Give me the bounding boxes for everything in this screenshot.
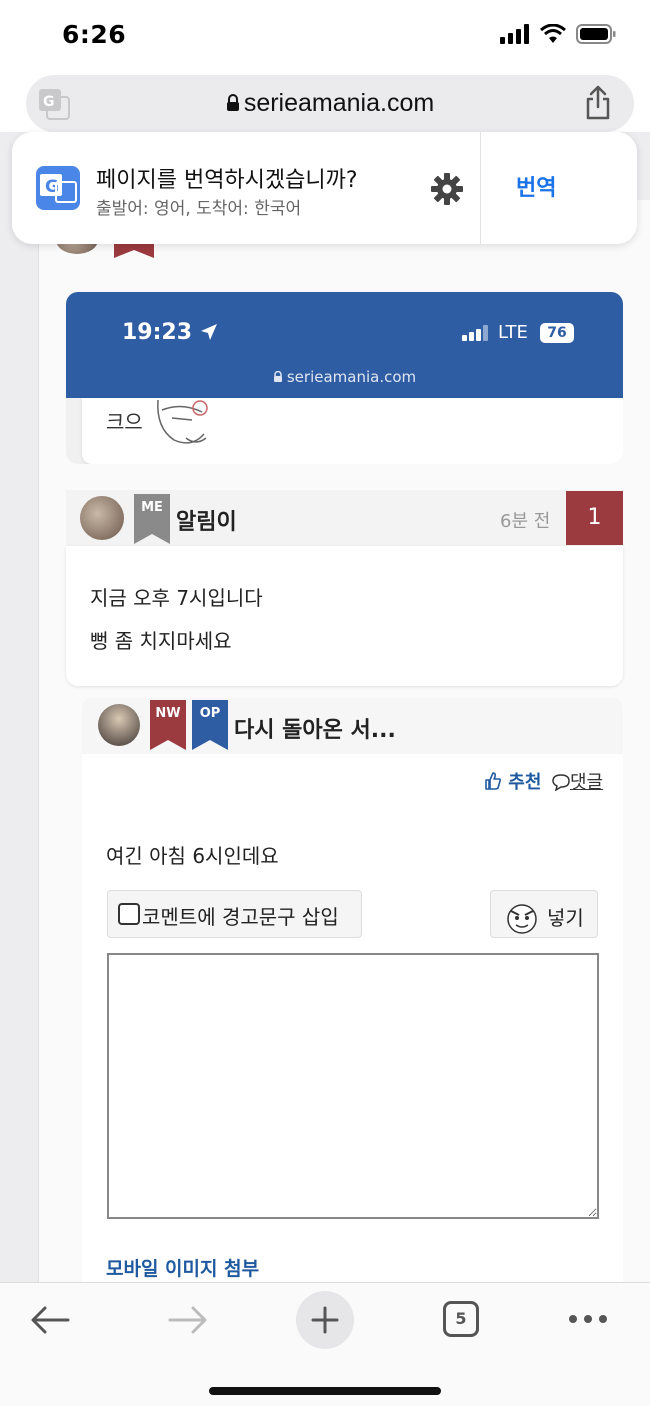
avatar[interactable] [80, 496, 124, 540]
sticker-image [157, 399, 208, 444]
reply-header: NW OP 다시 돌아온 서... [82, 698, 623, 754]
url-text: serieamania.com [243, 89, 435, 117]
comment-textarea[interactable] [107, 953, 599, 1219]
google-translate-icon: G [36, 166, 80, 210]
lock-icon [226, 94, 239, 111]
member-badge: ME [134, 494, 170, 544]
embedded-url: serieamania.com [66, 368, 623, 386]
comment-line: 지금 오후 7시입니다 [90, 586, 263, 610]
warning-checkbox[interactable] [118, 903, 140, 925]
translate-banner: G 페이지를 번역하시겠습니까? 출발어: 영어, 도착어: 한국어 번역 [12, 132, 637, 244]
translate-title: 페이지를 번역하시겠습니까? [96, 168, 358, 193]
speech-bubble-icon [552, 774, 570, 792]
comment-header: ME 알림이 6분 전 1 [66, 490, 623, 546]
warning-option[interactable]: 코멘트에 경고문구 삽입 [107, 890, 362, 938]
address-bar[interactable]: G serieamania.com [26, 75, 634, 132]
more-options-icon[interactable] [568, 1313, 608, 1325]
forward-arrow-icon[interactable] [168, 1305, 208, 1335]
battery-level: 76 [540, 323, 574, 343]
nickname[interactable]: 알림이 [176, 504, 237, 536]
translate-subtitle: 출발어: 영어, 도착어: 한국어 [96, 199, 302, 219]
url-display[interactable]: serieamania.com [26, 89, 634, 118]
plus-icon [311, 1306, 339, 1334]
insert-emoticon-button[interactable]: 넣기 [490, 890, 598, 938]
nw-badge: NW [150, 700, 186, 750]
comment-body: 지금 오후 7시입니다 뻥 좀 치지마세요 [66, 546, 623, 686]
wifi-icon [540, 24, 566, 43]
embedded-screenshot: 19:23 LTE 76 serieamania.com 크으 [66, 292, 623, 464]
timestamp: 6분 전 [500, 511, 551, 532]
translate-button[interactable]: 번역 [516, 170, 556, 202]
signal-icon [500, 24, 529, 44]
comment-line: 뻥 좀 치지마세요 [90, 629, 232, 653]
embedded-header: 19:23 LTE 76 serieamania.com [66, 292, 623, 398]
warning-label: 코멘트에 경고문구 삽입 [142, 905, 339, 929]
recommend-button[interactable]: 추천 [484, 768, 541, 794]
op-badge: OP [192, 700, 228, 750]
avatar[interactable] [98, 704, 140, 746]
new-tab-button[interactable] [296, 1291, 354, 1349]
signal-icon [462, 325, 488, 341]
embedded-content: 크으 [82, 398, 623, 464]
gear-icon[interactable] [430, 172, 464, 206]
embedded-time: 19:23 [122, 320, 218, 345]
browser-toolbar: 5 [0, 1282, 650, 1406]
tab-switcher-button[interactable]: 5 [443, 1301, 479, 1337]
reply-count-badge[interactable]: 1 [566, 491, 623, 545]
reply-button[interactable]: 댓글 [552, 768, 603, 794]
thumbs-up-icon [485, 772, 502, 790]
mobile-image-attach[interactable]: 모바일 이미지 첨부 [106, 1254, 259, 1281]
home-indicator[interactable] [209, 1387, 441, 1395]
browser-window: 6:26 G serieamania.com G 페이지를 번역하시겠습니까? … [0, 0, 650, 1406]
status-icons [500, 24, 616, 44]
insert-label: 넣기 [547, 906, 584, 930]
emoticon-icon [507, 904, 537, 934]
embedded-text: 크으 [106, 410, 143, 434]
reply-text: 여긴 아침 6시인데요 [106, 844, 279, 868]
location-arrow-icon [200, 324, 217, 340]
network-label: LTE [498, 322, 528, 343]
lock-icon [273, 370, 282, 382]
back-arrow-icon[interactable] [30, 1305, 70, 1335]
battery-icon [576, 24, 616, 44]
nickname[interactable]: 다시 돌아온 서... [234, 712, 396, 744]
recommend-label: 추천 [508, 772, 542, 793]
reply-label: 댓글 [570, 772, 604, 793]
divider [480, 132, 481, 244]
status-time: 6:26 [62, 20, 127, 49]
share-icon[interactable] [584, 85, 612, 121]
